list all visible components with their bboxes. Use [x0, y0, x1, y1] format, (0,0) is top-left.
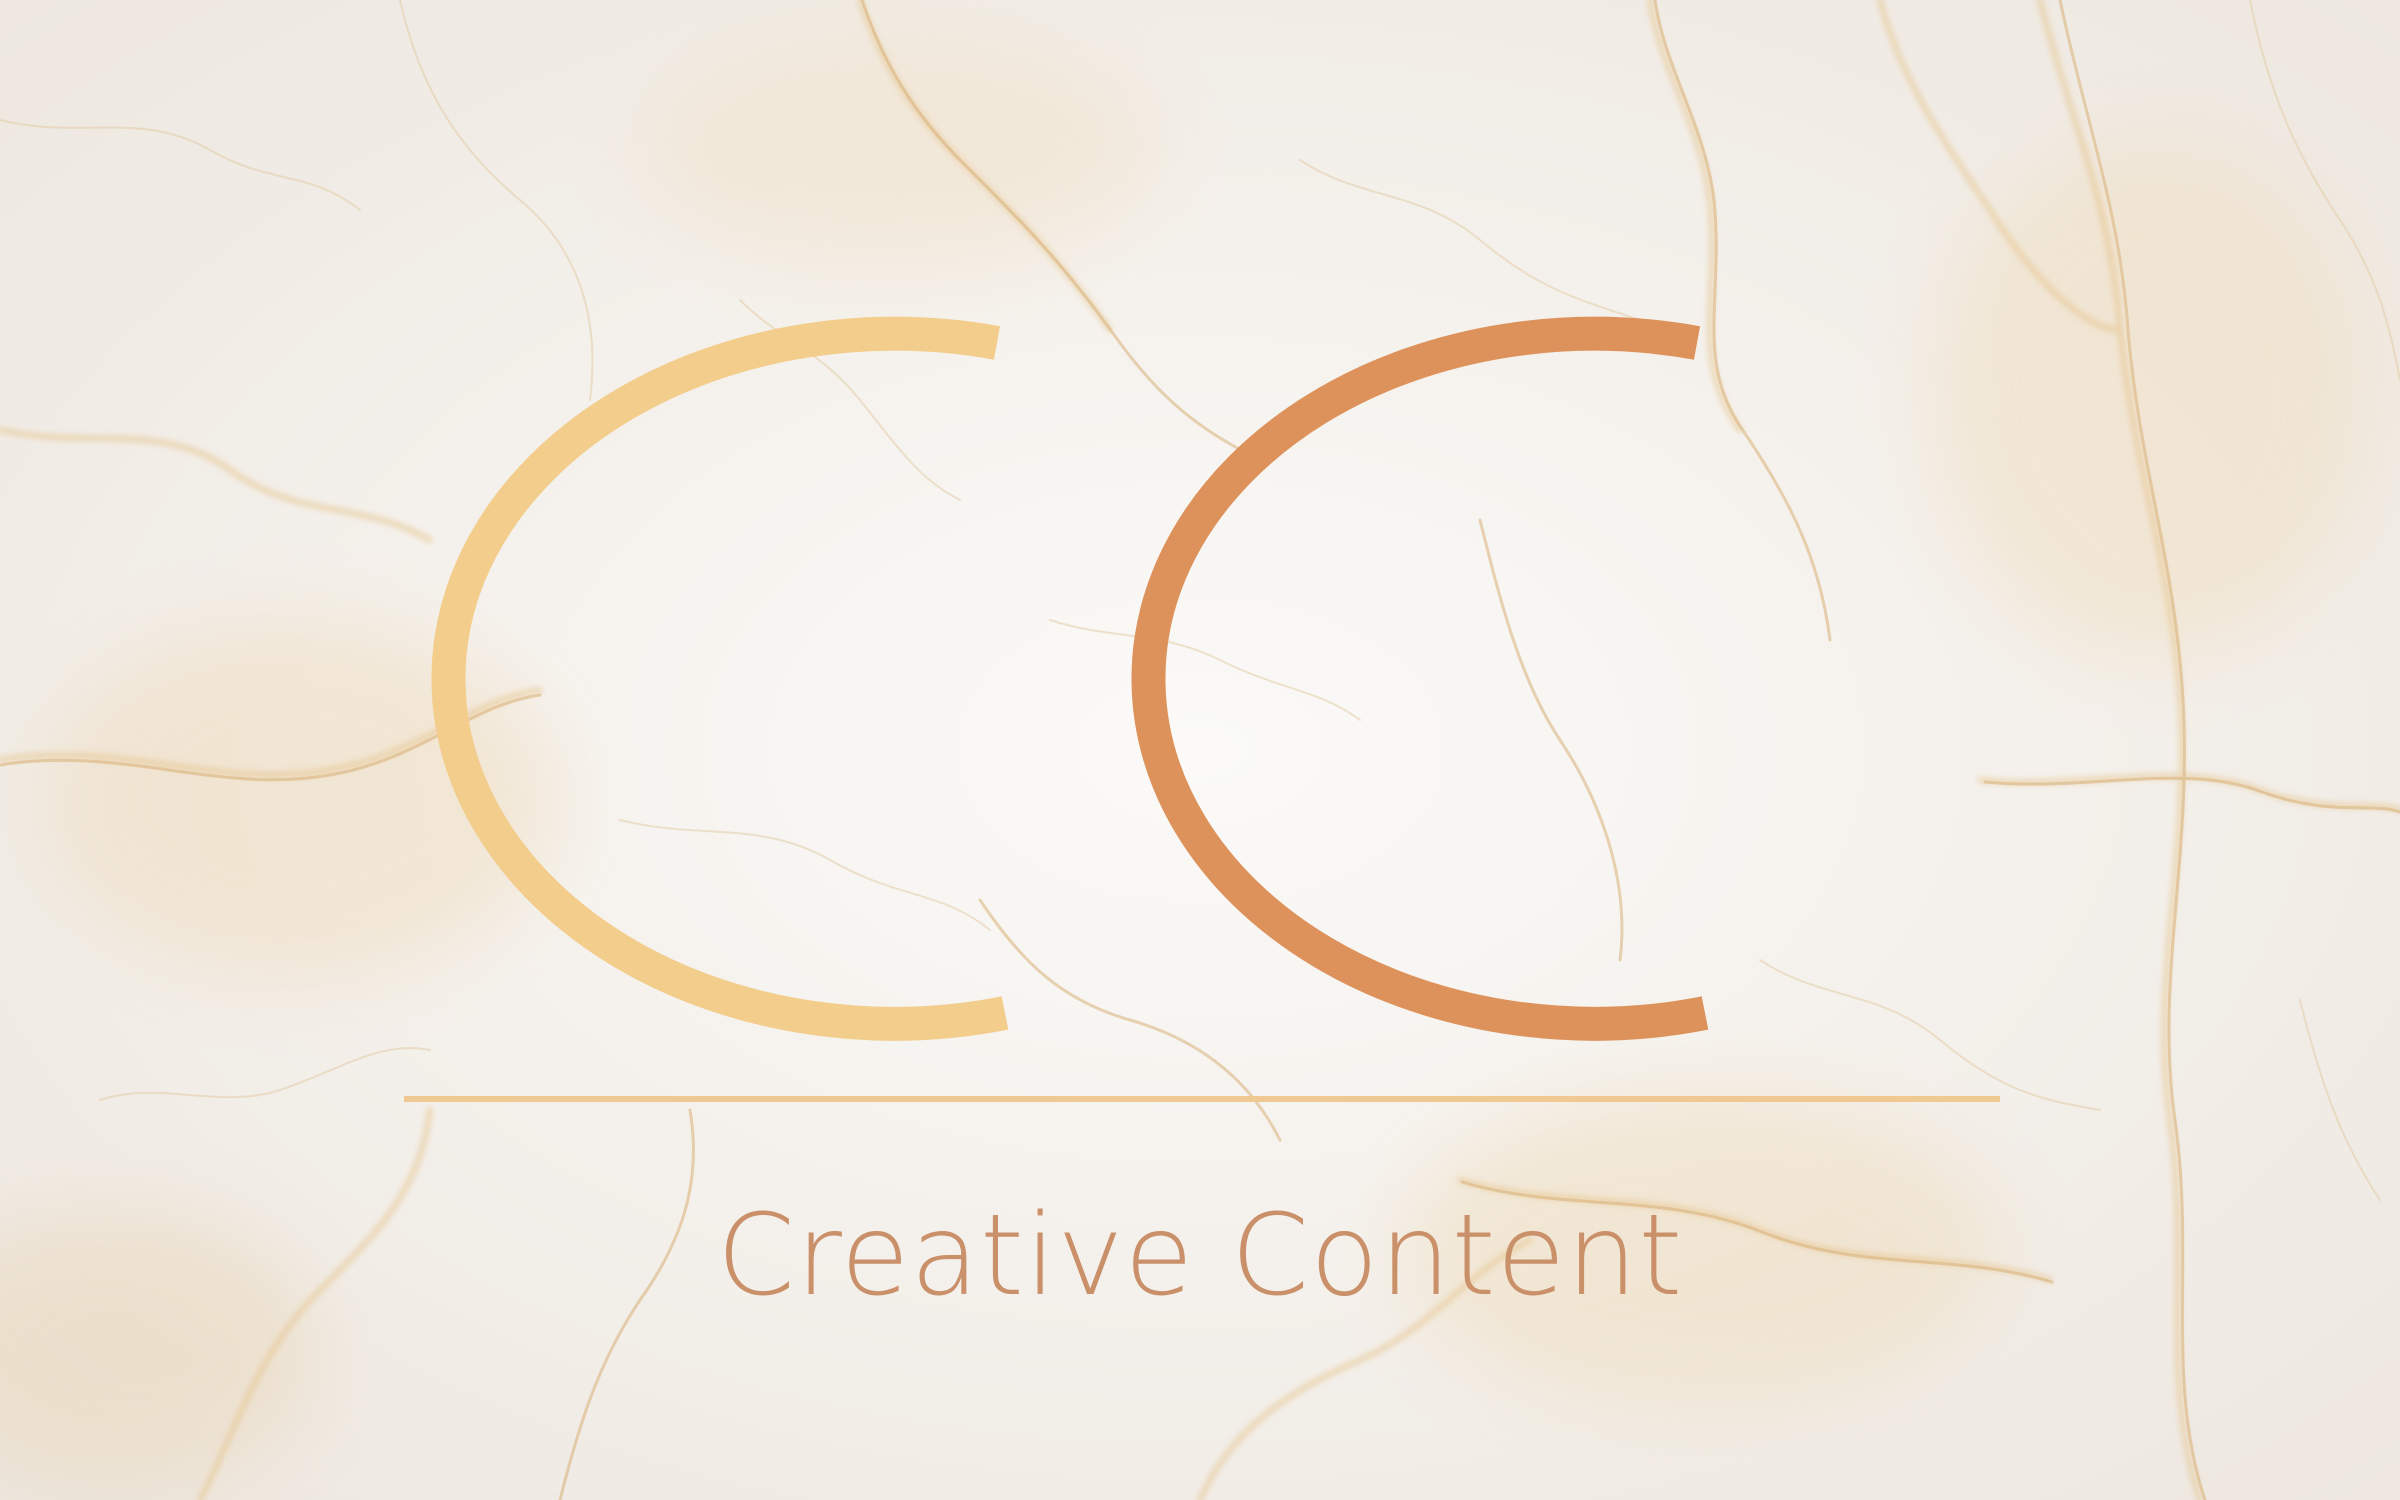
- brand-tagline: Creative Content: [716, 1191, 1684, 1321]
- letter-c-right-icon: [1131, 316, 1709, 1041]
- letter-c-left-icon: [431, 316, 1009, 1041]
- divider-line: [404, 1096, 2000, 1102]
